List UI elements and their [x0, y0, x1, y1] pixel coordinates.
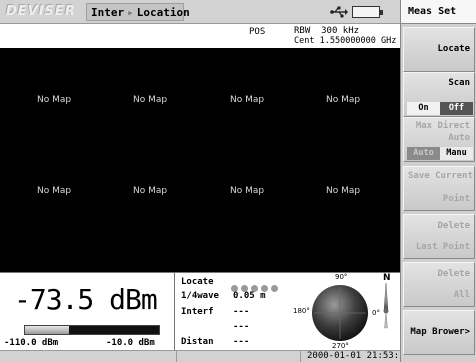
quarterwave-label: 1/4wave	[181, 291, 219, 301]
compass-90-label: 90°	[335, 273, 348, 281]
scan-toggle[interactable]: Scan On Off	[403, 72, 475, 117]
north-label: N	[383, 273, 391, 283]
compass-270-label: 270°	[332, 342, 349, 350]
distan-label: Distan	[181, 337, 214, 347]
map-tile-label: No Map	[326, 186, 361, 196]
locate-label: Locate	[181, 277, 214, 287]
status-divider	[300, 351, 301, 362]
quarterwave-value: 0.05 m	[233, 291, 266, 301]
map-tile-label: No Map	[133, 186, 168, 196]
status-divider	[176, 351, 177, 362]
max-direct-toggle[interactable]: Max Direct Auto Auto Manu	[403, 117, 475, 162]
max-direct-auto-option[interactable]: Auto	[407, 147, 440, 160]
save-current-label: Save Current	[408, 171, 474, 181]
measurement-header: POS RBW 300 kHz Cent 1.550000000 GHz	[0, 25, 400, 48]
compass-widget: 90° 180° 0° 270° N	[290, 273, 400, 351]
max-direct-sub-label: Auto	[448, 133, 470, 143]
distan-value: ---	[233, 337, 250, 347]
range-max-label: -10.0 dBm	[106, 338, 155, 348]
cent-label: Cent	[294, 36, 315, 46]
map-tile-label: No Map	[326, 95, 361, 105]
save-current-point-button[interactable]: Save Current Point	[403, 166, 475, 211]
locate-button-label: Locate	[437, 44, 470, 54]
rbw-value: 300 kHz	[321, 26, 360, 36]
softkey-menu: Meas Set Locate Scan On Off Max Direct A…	[400, 0, 476, 362]
compass-180-label: 180°	[293, 307, 310, 315]
scan-off-option[interactable]: Off	[440, 102, 473, 115]
panel-divider	[174, 273, 175, 351]
save-point-label: Point	[442, 194, 470, 204]
breadcrumb-separator: ▸	[127, 6, 134, 19]
compass-0-label: 0°	[372, 309, 380, 317]
map-tile-label: No Map	[133, 95, 168, 105]
map-tile-label: No Map	[230, 186, 265, 196]
scan-toggle-row: On Off	[407, 102, 473, 115]
max-direct-toggle-row: Auto Manu	[407, 147, 473, 160]
rbw-label: RBW	[294, 26, 311, 36]
locate-dot	[271, 285, 278, 292]
interf-label: Interf	[181, 307, 214, 317]
map-browser-label: Map Brower>	[410, 327, 470, 337]
last-point-label: Last Point	[415, 242, 470, 252]
status-bar: 2000-01-01 21:53:12	[0, 350, 410, 362]
delete-label: Delete	[437, 221, 470, 231]
datetime: 2000-01-01 21:53:12	[307, 351, 410, 361]
map-browser-button[interactable]: Map Brower>	[403, 310, 475, 355]
center-frequency-readout: Cent 1.550000000 GHz	[294, 36, 396, 46]
breadcrumb-view[interactable]: Location	[137, 6, 190, 19]
map-view[interactable]: No Map No Map No Map No Map No Map No Ma…	[0, 48, 400, 272]
delete-all-button[interactable]: Delete All	[403, 262, 475, 307]
scan-label: Scan	[448, 78, 470, 88]
delete-last-point-button[interactable]: Delete Last Point	[403, 214, 475, 259]
breadcrumb-mode[interactable]: Inter	[91, 6, 124, 19]
delete-all-label-2: All	[453, 290, 470, 300]
signal-level-bar	[24, 325, 160, 335]
map-tile-label: No Map	[230, 95, 265, 105]
locate-button[interactable]: Locate	[403, 27, 475, 72]
usb-icon	[330, 6, 348, 18]
title-bar: DEVISER Inter ▸ Location	[0, 0, 400, 24]
scan-on-option[interactable]: On	[407, 102, 440, 115]
signal-level-fill	[25, 326, 70, 334]
max-direct-manu-option[interactable]: Manu	[440, 147, 473, 160]
menu-title: Meas Set	[401, 0, 476, 24]
max-direct-label: Max Direct	[415, 121, 470, 131]
battery-icon	[352, 6, 383, 18]
map-tile-label: No Map	[37, 95, 72, 105]
map-tile-label: No Map	[37, 186, 72, 196]
pos-label: POS	[249, 27, 266, 37]
unlabeled-value: ---	[233, 322, 250, 332]
measurement-panel: -73.5 dBm -110.0 dBm -10.0 dBm Locate 1/…	[0, 272, 400, 351]
range-min-label: -110.0 dBm	[4, 338, 59, 348]
interf-value: ---	[233, 307, 250, 317]
breadcrumb: Inter ▸ Location	[86, 3, 190, 21]
power-readout: -73.5 dBm	[14, 283, 158, 316]
brand-logo: DEVISER	[6, 4, 76, 19]
cent-value: 1.550000000 GHz	[319, 36, 397, 46]
delete-all-label-1: Delete	[437, 269, 470, 279]
rbw-readout: RBW 300 kHz	[294, 26, 359, 36]
